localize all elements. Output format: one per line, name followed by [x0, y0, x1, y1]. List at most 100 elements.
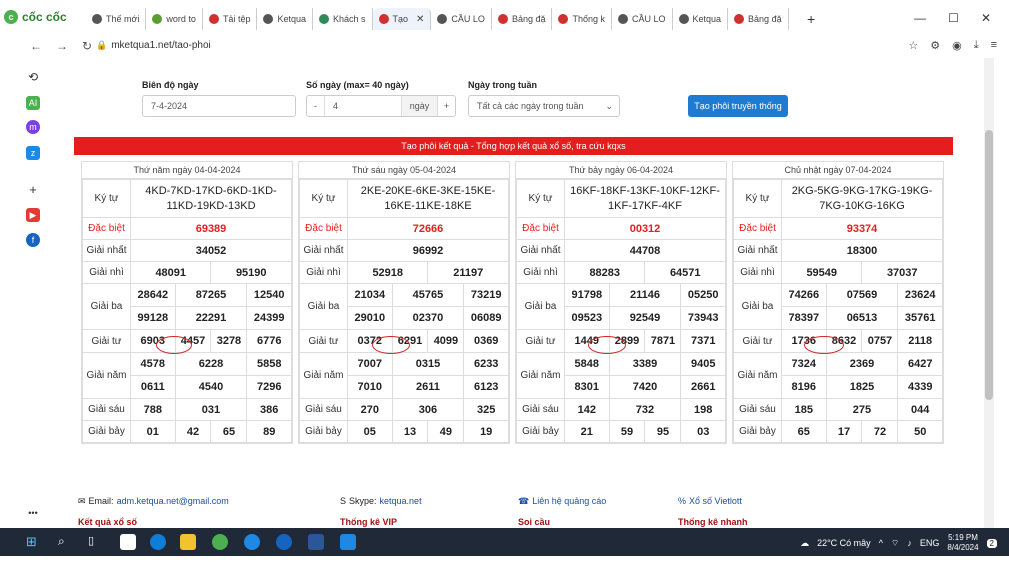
tab-11[interactable]: Bảng đặ [728, 8, 789, 30]
footer-vietlott[interactable]: % Xổ số Vietlott [678, 496, 742, 506]
g6-value: 044 [897, 398, 943, 421]
tab-5[interactable]: Tạo ✕ [372, 8, 432, 30]
footer-contact[interactable]: ☎ Liên hệ quảng cáo [518, 496, 606, 507]
kytu-value: 2KG-5KG-9KG-17KG-19KG-7KG-10KG-16KG [781, 179, 943, 218]
history-icon[interactable]: ⟲ [26, 70, 40, 84]
tab-9[interactable]: CẦU LO [612, 8, 673, 30]
g6-value: 306 [391, 398, 465, 421]
zalo-icon[interactable]: z [26, 146, 40, 160]
tab-6[interactable]: CẦU LO [431, 8, 492, 30]
notification-badge[interactable]: 2 [986, 538, 997, 548]
g5-value: 6427 [897, 352, 943, 376]
tab-10[interactable]: Ketqua [673, 8, 729, 30]
g7-value: 89 [246, 420, 292, 443]
days-stepper[interactable]: - 4 ngày + [306, 95, 456, 117]
g6-value: 788 [130, 398, 176, 421]
back-icon[interactable]: ← [30, 39, 42, 53]
g5-value: 0315 [391, 352, 465, 376]
profile-icon[interactable]: ◉ [952, 39, 962, 52]
g4-value: 7371 [680, 329, 726, 353]
days-decrement-button[interactable]: - [307, 96, 325, 116]
g5-value: 9405 [680, 352, 726, 376]
contact-link[interactable]: Liên hệ quảng cáo [532, 496, 606, 507]
browser-brand[interactable]: c cốc cốc [4, 10, 67, 24]
vietlott-link[interactable]: Xổ số Vietlott [689, 496, 742, 506]
footer-vip[interactable]: Thống kê VIP [340, 517, 397, 527]
edge-icon[interactable] [150, 534, 166, 550]
range-input[interactable]: 7-4-2024 [142, 95, 296, 117]
tab-1[interactable]: word to [146, 8, 203, 30]
url-field[interactable]: 🔒 mketqua1.net/tao-phoi [96, 40, 211, 51]
forward-icon[interactable]: → [56, 39, 68, 53]
tray-chevron-icon[interactable]: ^ [879, 538, 883, 548]
row-label-g7: Giải bảy [82, 420, 131, 443]
search-icon[interactable]: ⌕ [58, 534, 74, 550]
tab-favicon-icon [558, 14, 569, 24]
g5-value: 4339 [897, 375, 943, 399]
footer-fast[interactable]: Thống kê nhanh [678, 517, 748, 527]
tab-8[interactable]: Thống k [552, 8, 612, 30]
language-indicator[interactable]: ENG [920, 538, 940, 548]
minimize-icon[interactable]: — [914, 11, 926, 25]
facebook-icon[interactable]: f [26, 233, 40, 247]
g3-value: 21034 [347, 283, 393, 307]
tab-0[interactable]: Thế mới [86, 8, 147, 30]
page-scrollbar-thumb[interactable] [985, 130, 993, 400]
ai-icon[interactable]: AI [26, 96, 40, 110]
volume-icon[interactable]: ♪ [907, 538, 912, 548]
g5-value: 2369 [825, 352, 899, 376]
extensions-icon[interactable]: ⚙ [930, 39, 940, 52]
file-explorer-icon[interactable] [180, 534, 196, 550]
zalo-taskbar-icon[interactable] [276, 534, 292, 550]
tab-3[interactable]: Ketqua [257, 8, 313, 30]
days-value[interactable]: 4 [325, 101, 401, 111]
app-taskbar-icon[interactable] [244, 534, 260, 550]
g7-value: 50 [897, 420, 943, 443]
add-sidebar-icon[interactable]: + [26, 182, 40, 197]
g1-value: 44708 [564, 239, 726, 262]
close-tab-icon[interactable]: ✕ [416, 14, 424, 25]
maximize-icon[interactable]: ☐ [948, 11, 959, 25]
row-label-g1: Giải nhất [516, 239, 565, 262]
close-window-icon[interactable]: ✕ [981, 11, 991, 25]
row-label-g2: Giải nhì [82, 261, 131, 284]
network-icon[interactable]: ⌔ [891, 538, 899, 549]
g3-value: 24399 [246, 306, 292, 330]
widgets-icon[interactable] [120, 534, 136, 550]
weekday-select[interactable]: Tất cả các ngày trong tuần ⌄ [468, 95, 620, 117]
clock[interactable]: 5:19 PM 8/4/2024 [947, 533, 978, 553]
email-value[interactable]: adm.ketqua.net@gmail.com [117, 496, 229, 507]
row-label-g4: Giải tư [733, 329, 782, 353]
footer-email[interactable]: ✉ Email: adm.ketqua.net@gmail.com [78, 496, 229, 507]
tab-7[interactable]: Bảng đặ [492, 8, 553, 30]
youtube-icon[interactable]: ▶ [26, 208, 40, 222]
table-title: Thứ năm ngày 04-04-2024 [82, 162, 292, 179]
star-icon[interactable]: ☆ [908, 39, 918, 52]
footer-skype[interactable]: S Skype: ketqua.net [340, 496, 422, 506]
tab-2[interactable]: Tải tệp [203, 8, 258, 30]
photos-icon[interactable] [340, 534, 356, 550]
g7-value: 49 [427, 420, 465, 443]
messenger-icon[interactable]: m [26, 120, 40, 134]
new-tab-button[interactable]: + [807, 11, 815, 27]
footer-soicau[interactable]: Soi cầu [518, 517, 550, 527]
cloud-icon: ☁ [800, 537, 810, 548]
g5-value: 7296 [246, 375, 292, 399]
days-increment-button[interactable]: + [437, 96, 455, 116]
megaphone-icon: ☎ [518, 496, 530, 506]
weather-text[interactable]: 22°C Có mây [817, 538, 871, 548]
g3-value: 07569 [825, 283, 899, 307]
create-phoi-button[interactable]: Tạo phôi truyền thống [688, 95, 788, 117]
row-label-g7: Giải bảy [299, 420, 348, 443]
menu-icon[interactable]: ≡ [991, 39, 997, 52]
skype-value[interactable]: ketqua.net [380, 496, 422, 506]
task-view-icon[interactable]: ▯ [88, 534, 104, 550]
download-icon[interactable]: ⤓ [974, 39, 979, 52]
windows-start-icon[interactable]: ⊞ [26, 534, 42, 550]
word-icon[interactable] [308, 534, 324, 550]
more-icon[interactable]: ••• [26, 506, 40, 520]
coccoc-taskbar-icon[interactable] [212, 534, 228, 550]
tab-4[interactable]: Khách s [313, 8, 373, 30]
footer-kqxs[interactable]: Kết quả xổ số [78, 517, 137, 527]
reload-icon[interactable]: ↻ [82, 39, 92, 53]
